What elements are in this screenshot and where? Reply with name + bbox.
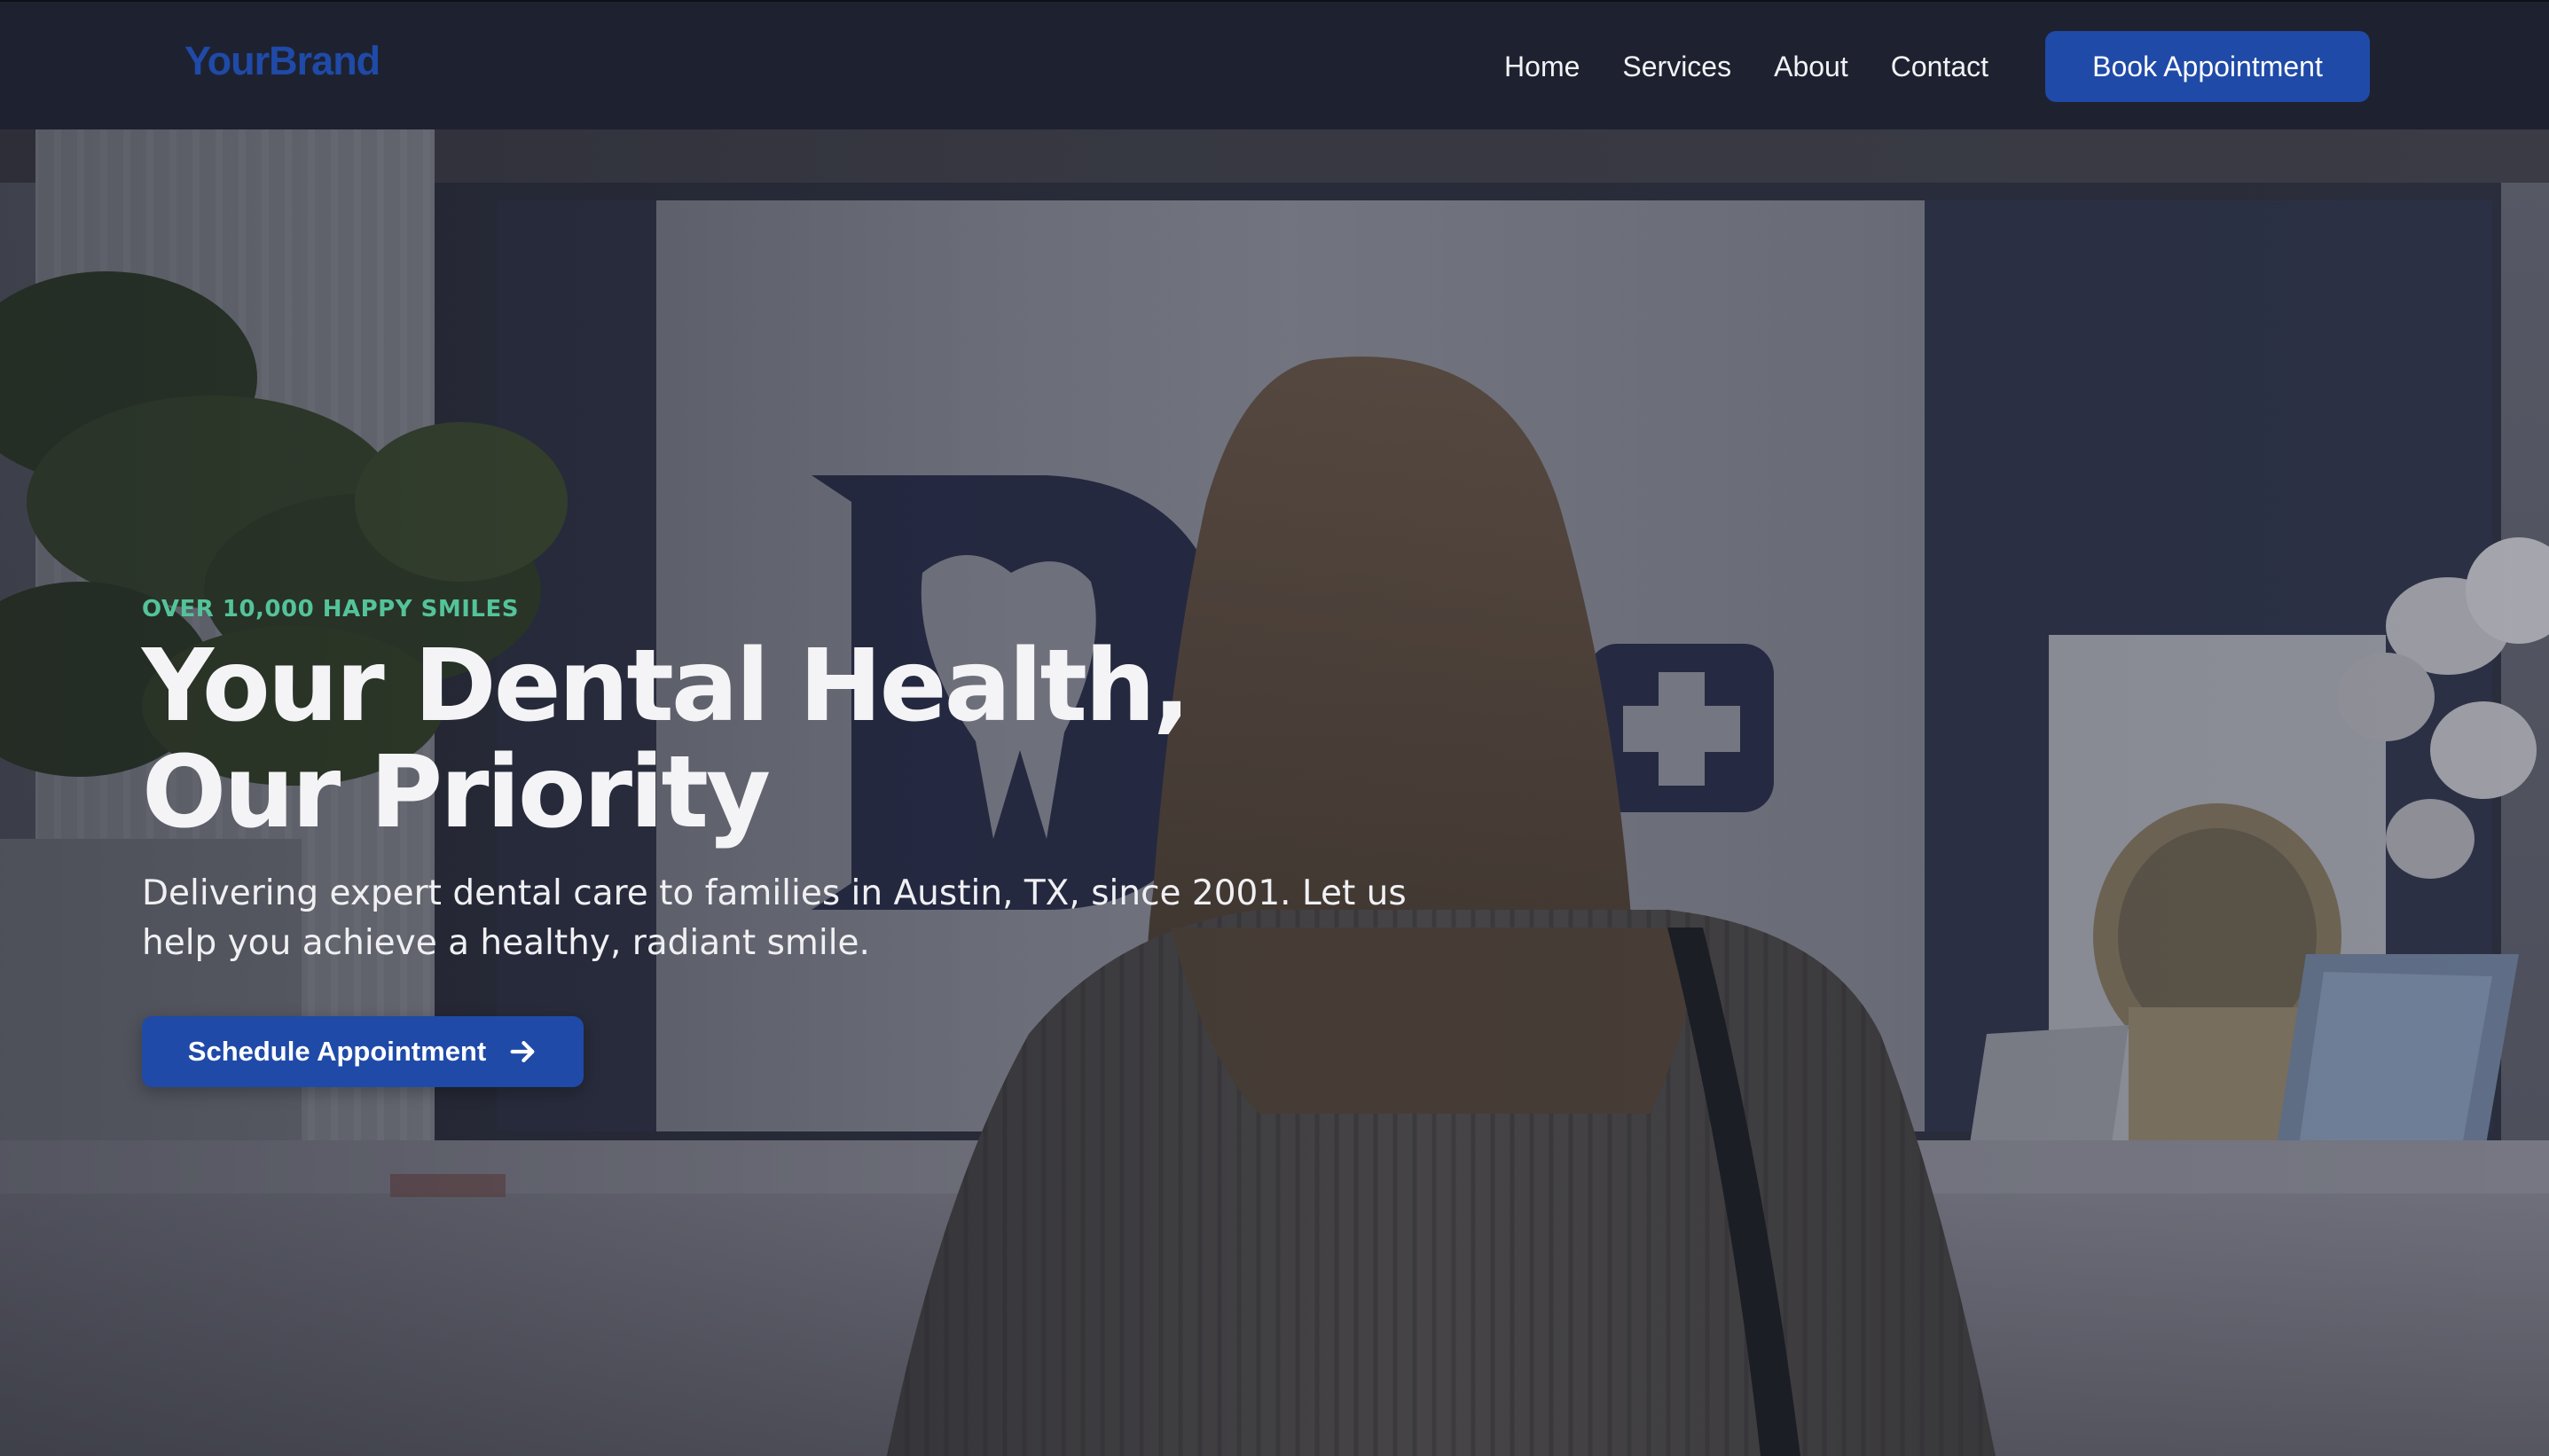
nav-link-about[interactable]: About <box>1774 51 1848 83</box>
nav-link-contact[interactable]: Contact <box>1891 51 1988 83</box>
schedule-appointment-label: Schedule Appointment <box>187 1036 487 1067</box>
hero-headline: Your Dental Health, Our Priority <box>142 633 1401 846</box>
hero-eyebrow: OVER 10,000 HAPPY SMILES <box>142 596 519 622</box>
top-navbar: YourBrand Home Services About Contact Bo… <box>0 0 2549 129</box>
arrow-right-icon <box>510 1040 535 1063</box>
hero-subtext-line-2: help you achieve a healthy, radiant smil… <box>142 923 870 963</box>
book-appointment-button[interactable]: Book Appointment <box>2045 31 2370 102</box>
schedule-appointment-button[interactable]: Schedule Appointment <box>142 1016 584 1087</box>
brand-logo[interactable]: YourBrand <box>184 41 380 81</box>
main-nav: Home Services About Contact Book Appoint… <box>1504 2 2549 131</box>
hero-subtext: Delivering expert dental care to familie… <box>142 869 1407 968</box>
hero-content: OVER 10,000 HAPPY SMILES Your Dental Hea… <box>142 596 1407 1087</box>
hero-headline-line-1: Your Dental Health, <box>142 629 1190 744</box>
nav-link-home[interactable]: Home <box>1504 51 1580 83</box>
nav-link-services[interactable]: Services <box>1622 51 1731 83</box>
hero-subtext-line-1: Delivering expert dental care to familie… <box>142 873 1407 913</box>
hero-headline-line-2: Our Priority <box>142 735 771 850</box>
page: YourBrand Home Services About Contact Bo… <box>0 0 2549 1456</box>
